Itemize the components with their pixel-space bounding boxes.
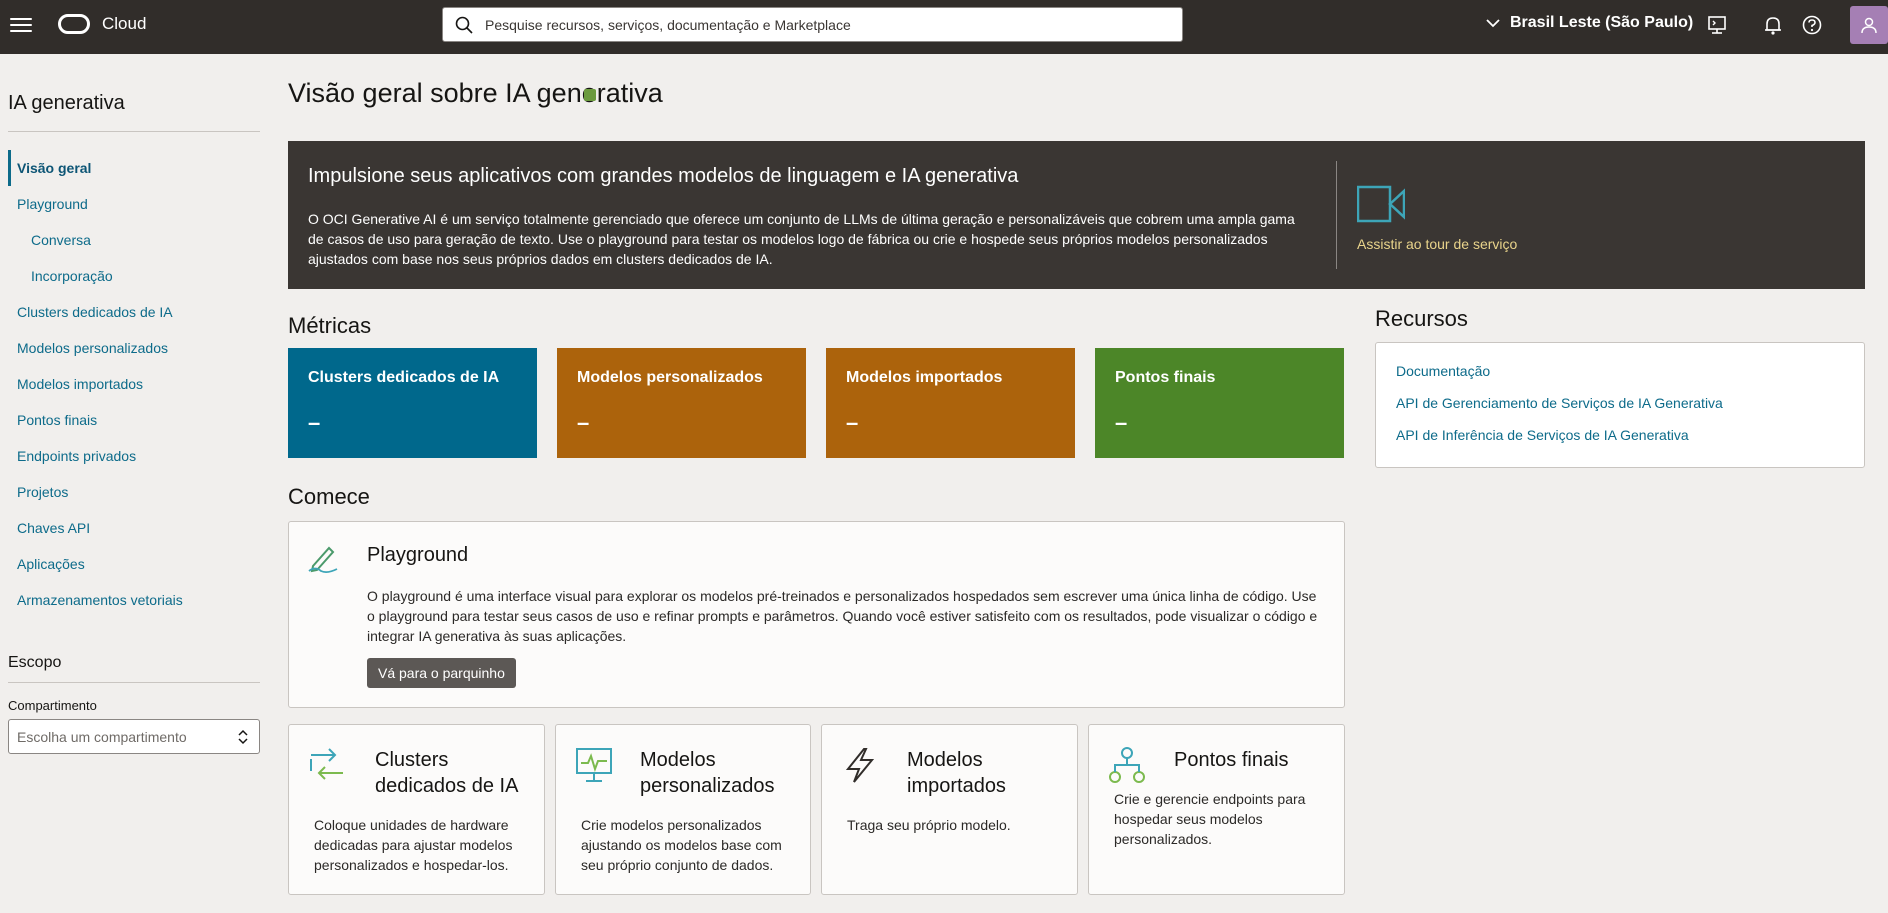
- card-description: Traga seu próprio modelo.: [847, 817, 1011, 833]
- metric-card-modelos-personalizados[interactable]: Modelos personalizados –: [557, 348, 806, 458]
- hero-banner: Impulsione seus aplicativos com grandes …: [288, 141, 1865, 289]
- user-profile-avatar[interactable]: [1850, 6, 1888, 44]
- metric-label: Clusters dedicados de IA: [308, 369, 500, 386]
- sidebar-item-conversa[interactable]: Conversa: [8, 222, 260, 258]
- tour-link[interactable]: Assistir ao tour de serviço: [1357, 236, 1517, 252]
- metric-label: Pontos finais: [1115, 369, 1216, 386]
- metric-card-modelos-importados[interactable]: Modelos importados –: [826, 348, 1075, 458]
- metric-value: –: [308, 410, 321, 435]
- cluster-icon: [310, 748, 343, 780]
- pencil-icon: [308, 546, 338, 574]
- help-icon[interactable]: [1801, 14, 1823, 36]
- card-description: Crie e gerencie endpoints para hospedar …: [1114, 791, 1306, 847]
- resource-link-api-gerenciamento[interactable]: API de Gerenciamento de Serviços de IA G…: [1396, 395, 1723, 411]
- compartment-select[interactable]: Escolha um compartimento: [8, 719, 260, 754]
- top-navigation-bar: Cloud Brasil Leste (São Paulo): [0, 0, 1888, 54]
- card-description: Crie modelos personalizados ajustando os…: [581, 817, 782, 873]
- chevron-down-icon: [1486, 19, 1500, 28]
- sidebar-title: IA generativa: [8, 92, 125, 114]
- search-box[interactable]: [442, 7, 1183, 42]
- card-title: Modelos importados: [907, 749, 1006, 797]
- metric-card-pontos-finais[interactable]: Pontos finais –: [1095, 348, 1344, 458]
- region-selector[interactable]: Brasil Leste (São Paulo): [1486, 14, 1693, 32]
- get-started-title: Comece: [288, 484, 370, 509]
- monitor-icon: [576, 748, 612, 782]
- user-icon: [1861, 17, 1877, 34]
- sidebar-item-visao-geral[interactable]: Visão geral: [8, 150, 260, 186]
- card-modelos-importados[interactable]: Modelos importados Traga seu próprio mod…: [821, 724, 1078, 895]
- resources-title: Recursos: [1375, 306, 1468, 331]
- sidebar-divider: [8, 131, 260, 132]
- resource-link-documentacao[interactable]: Documentação: [1396, 363, 1490, 379]
- sidebar-item-endpoints-privados[interactable]: Endpoints privados: [8, 438, 260, 474]
- sidebar-item-incorporacao[interactable]: Incorporação: [8, 258, 260, 294]
- sidebar: IA generativa Visão geral Playground Con…: [0, 54, 270, 913]
- sidebar-item-pontos-finais[interactable]: Pontos finais: [8, 402, 260, 438]
- sidebar-item-chaves-api[interactable]: Chaves API: [8, 510, 260, 546]
- resources-panel: Documentação API de Gerenciamento de Ser…: [1375, 342, 1865, 468]
- scope-title: Escopo: [8, 654, 62, 671]
- hero-title: Impulsione seus aplicativos com grandes …: [308, 165, 1019, 187]
- compartment-label: Compartimento: [8, 698, 97, 713]
- sidebar-item-clusters[interactable]: Clusters dedicados de IA: [8, 294, 260, 330]
- card-title: Clusters dedicados de IA: [375, 749, 519, 797]
- metric-card-clusters[interactable]: Clusters dedicados de IA –: [288, 348, 537, 458]
- page-title: Visão geral sobre IA generativa: [288, 78, 663, 108]
- lightning-icon: [845, 748, 875, 783]
- card-description: Coloque unidades de hardware dedicadas p…: [314, 817, 513, 873]
- network-icon: [1109, 747, 1145, 783]
- hero-description: O OCI Generative AI é um serviço totalme…: [308, 211, 1295, 267]
- go-to-playground-button[interactable]: Vá para o parquinho: [367, 658, 516, 688]
- metric-value: –: [577, 410, 590, 435]
- card-title: Pontos finais: [1174, 749, 1289, 771]
- search-icon: [455, 16, 473, 34]
- scope-divider: [8, 682, 260, 683]
- card-title: Modelos personalizados: [640, 749, 775, 797]
- card-modelos-personalizados[interactable]: Modelos personalizados Crie modelos pers…: [555, 724, 811, 895]
- resource-link-api-inferencia[interactable]: API de Inferência de Serviços de IA Gene…: [1396, 427, 1689, 443]
- cloud-shell-icon[interactable]: [1706, 14, 1728, 36]
- sidebar-item-modelos-personalizados[interactable]: Modelos personalizados: [8, 330, 260, 366]
- sidebar-nav: Visão geral Playground Conversa Incorpor…: [8, 150, 260, 618]
- sidebar-item-armazenamentos-vetoriais[interactable]: Armazenamentos vetoriais: [8, 582, 260, 618]
- hamburger-menu-icon[interactable]: [10, 14, 32, 36]
- sidebar-item-playground[interactable]: Playground: [8, 186, 260, 222]
- sidebar-item-modelos-importados[interactable]: Modelos importados: [8, 366, 260, 402]
- sidebar-item-projetos[interactable]: Projetos: [8, 474, 260, 510]
- select-arrows-icon: [238, 729, 248, 745]
- playground-card: Playground O playground é uma interface …: [288, 521, 1345, 708]
- playground-description: O playground é uma interface visual para…: [367, 588, 1318, 644]
- card-clusters[interactable]: Clusters dedicados de IA Coloque unidade…: [288, 724, 545, 895]
- brand-label[interactable]: Cloud: [102, 14, 146, 34]
- status-indicator-icon: [584, 89, 596, 101]
- compartment-placeholder: Escolha um compartimento: [17, 729, 187, 745]
- card-pontos-finais[interactable]: Pontos finais Crie e gerencie endpoints …: [1088, 724, 1345, 895]
- search-input[interactable]: [485, 8, 1165, 41]
- sidebar-item-aplicacoes[interactable]: Aplicações: [8, 546, 260, 582]
- metric-label: Modelos personalizados: [577, 369, 763, 386]
- video-camera-icon[interactable]: [1357, 185, 1405, 223]
- playground-title: Playground: [367, 544, 469, 566]
- oracle-logo-icon[interactable]: [58, 14, 90, 34]
- hero-separator: [1336, 161, 1337, 269]
- metric-label: Modelos importados: [846, 369, 1003, 386]
- notification-bell-icon[interactable]: [1762, 14, 1784, 36]
- region-label: Brasil Leste (São Paulo): [1510, 14, 1694, 31]
- metric-value: –: [846, 410, 859, 435]
- metrics-title: Métricas: [288, 313, 372, 338]
- metric-value: –: [1115, 410, 1128, 435]
